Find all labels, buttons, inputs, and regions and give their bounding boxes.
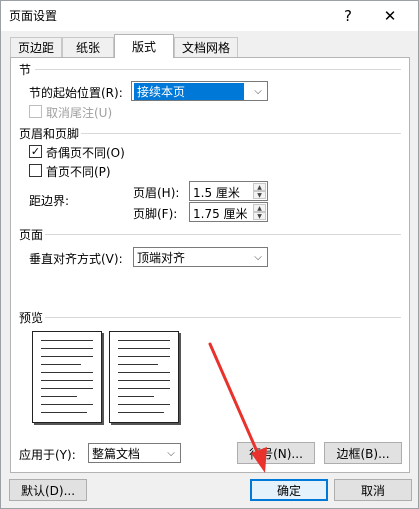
- page-heading: 页面: [19, 228, 44, 242]
- header-distance-label: 页眉(H):: [133, 186, 180, 200]
- cancel-label: 取消: [360, 483, 385, 498]
- first-page-checkbox[interactable]: [29, 164, 42, 177]
- suppress-endnotes-label: 取消尾注(U): [46, 106, 113, 120]
- page-setup-dialog: 页面设置 ? ✕ 页边距 纸张 版式 文档网格 节 节的起始位置(R): 接续本…: [0, 0, 419, 509]
- vertical-alignment-value: 顶端对齐: [137, 251, 186, 265]
- odd-even-checkbox[interactable]: ✓: [29, 145, 42, 158]
- ok-button[interactable]: 确定: [250, 479, 328, 501]
- spin-up-icon[interactable]: ▲: [253, 183, 266, 191]
- borders-button[interactable]: 边框(B)...: [324, 442, 402, 464]
- chevron-down-icon: ⌵: [254, 85, 262, 97]
- title-bar: 页面设置 ? ✕: [1, 1, 418, 31]
- header-distance-value: 1.5 厘米: [193, 186, 240, 200]
- cancel-button[interactable]: 取消: [334, 479, 412, 501]
- headers-footers-divider: [81, 133, 401, 134]
- apply-to-value: 整篇文档: [92, 447, 141, 461]
- section-start-value: 接续本页: [134, 83, 244, 100]
- first-page-label: 首页不同(P): [46, 165, 111, 179]
- tab-margins-label: 页边距: [17, 41, 54, 55]
- spin-down-icon[interactable]: ▼: [253, 212, 266, 220]
- line-numbers-label: 行号(N)...: [249, 446, 303, 461]
- preview-page-odd: [32, 331, 102, 423]
- section-heading: 节: [19, 63, 32, 77]
- preview-heading: 预览: [19, 311, 44, 325]
- apply-to-label: 应用于(Y):: [19, 448, 76, 462]
- apply-to-select[interactable]: 整篇文档 ⌵: [88, 443, 181, 463]
- close-button[interactable]: ✕: [373, 3, 407, 29]
- suppress-endnotes-checkbox[interactable]: [29, 105, 42, 118]
- chevron-down-icon: ⌵: [254, 251, 262, 263]
- close-icon: ✕: [383, 7, 397, 25]
- tab-document-grid[interactable]: 文档网格: [174, 37, 238, 57]
- dialog-title: 页面设置: [9, 9, 58, 23]
- page-divider: [45, 234, 401, 235]
- from-edge-label: 距边界:: [29, 194, 70, 208]
- spin-up-icon[interactable]: ▲: [253, 204, 266, 212]
- footer-distance-spinner[interactable]: 1.75 厘米 ▲ ▼: [189, 202, 268, 222]
- tab-document-grid-label: 文档网格: [181, 41, 230, 55]
- tab-layout-label: 版式: [131, 40, 156, 54]
- line-numbers-button[interactable]: 行号(N)...: [237, 442, 315, 464]
- default-button[interactable]: 默认(D)...: [9, 479, 87, 501]
- chevron-down-icon: ⌵: [167, 447, 175, 459]
- odd-even-label: 奇偶页不同(O): [46, 146, 125, 160]
- ok-label: 确定: [276, 483, 301, 498]
- vertical-alignment-select[interactable]: 顶端对齐 ⌵: [133, 247, 268, 267]
- section-start-label: 节的起始位置(R):: [29, 86, 123, 100]
- checkmark-icon: ✓: [30, 145, 41, 158]
- vertical-alignment-label: 垂直对齐方式(V):: [29, 252, 123, 266]
- footer-distance-value: 1.75 厘米: [193, 207, 248, 221]
- tab-paper-label: 纸张: [75, 41, 100, 55]
- section-start-select[interactable]: 接续本页 ⌵: [131, 81, 268, 101]
- headers-footers-heading: 页眉和页脚: [19, 127, 80, 141]
- header-distance-spinner[interactable]: 1.5 厘米 ▲ ▼: [189, 181, 268, 201]
- preview-divider: [45, 317, 401, 318]
- spin-down-icon[interactable]: ▼: [253, 191, 266, 199]
- help-button[interactable]: ?: [331, 3, 365, 29]
- default-label: 默认(D)...: [20, 483, 76, 498]
- borders-label: 边框(B)...: [336, 446, 390, 461]
- tab-margins[interactable]: 页边距: [10, 37, 62, 57]
- layout-panel: 节 节的起始位置(R): 接续本页 ⌵ 取消尾注(U) 页眉和页脚 ✓ 奇偶页不…: [10, 57, 410, 473]
- tab-layout[interactable]: 版式: [114, 34, 174, 58]
- preview-page-even: [109, 331, 179, 423]
- tab-paper[interactable]: 纸张: [62, 37, 114, 57]
- help-icon: ?: [344, 7, 352, 25]
- footer-distance-label: 页脚(F):: [133, 207, 178, 221]
- section-divider: [35, 69, 401, 70]
